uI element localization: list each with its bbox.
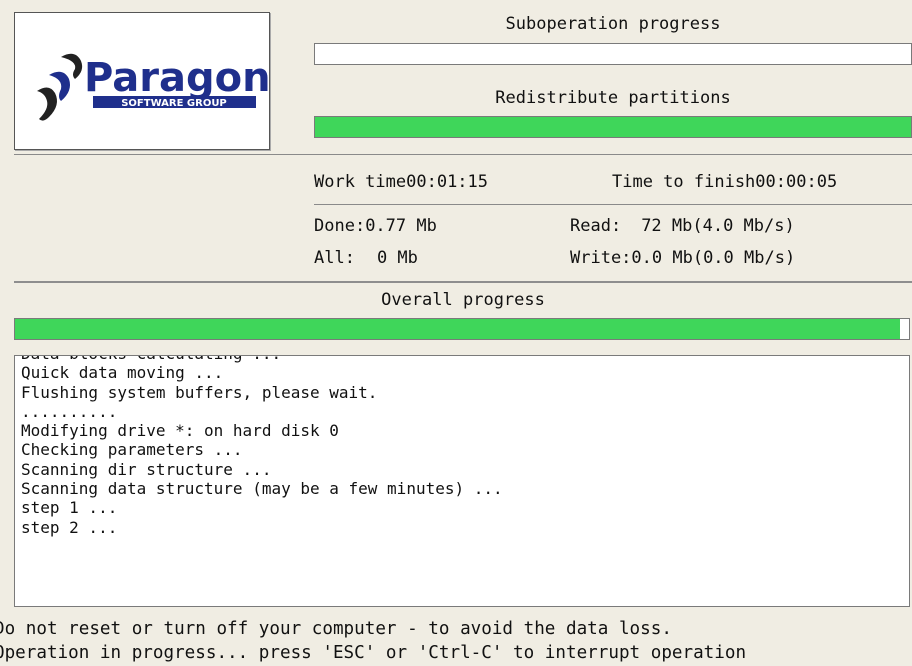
overall-progress-fill — [15, 319, 901, 339]
time-to-finish-value: 00:00:05 — [755, 172, 838, 192]
read-stat: Read: 72 Mb(4.0 Mb/s) — [570, 216, 795, 236]
work-time-value: 00:01:15 — [406, 172, 489, 192]
log-line: Scanning data structure (may be a few mi… — [21, 479, 503, 499]
separator — [314, 204, 912, 205]
paragon-logo-mark: Paragon SOFTWARE GROUP — [37, 53, 269, 121]
all-label: All: — [314, 248, 355, 268]
separator — [14, 281, 912, 283]
log-line: Data blocks calculating ... — [21, 356, 503, 363]
time-to-finish: Time to finish00:00:05 — [612, 172, 837, 192]
all-value: 0 Mb — [376, 248, 418, 268]
write-value: 0.0 Mb(0.0 Mb/s) — [631, 248, 796, 268]
done-value: 0.77 Mb — [365, 216, 437, 236]
log-line: Flushing system buffers, please wait. — [21, 382, 378, 402]
read-label: Read: — [570, 216, 622, 236]
log-line: Modifying drive *: on hard disk 0 — [21, 421, 339, 441]
write-stat: Write:0.0 Mb(0.0 Mb/s) — [570, 248, 795, 268]
paragon-logo: Paragon SOFTWARE GROUP — [14, 12, 270, 150]
suboperation-progress-bar — [314, 43, 912, 65]
all-stat: All: 0 Mb — [314, 248, 418, 268]
current-operation-label: Redistribute partitions — [495, 88, 731, 108]
log-line: Checking parameters ... — [21, 440, 243, 460]
work-time-label: Work time — [314, 172, 407, 192]
suboperation-title: Suboperation progress — [505, 14, 721, 34]
log-line: Scanning dir structure ... — [21, 459, 272, 479]
log-line: step 1 ... — [21, 498, 118, 518]
current-operation-progress-bar — [314, 116, 912, 138]
log-list: Data blocks calculating ...Quick data mo… — [21, 356, 503, 537]
done-stat: Done:0.77 Mb — [314, 216, 437, 236]
status-message: Operation in progress... press 'ESC' or … — [0, 643, 747, 663]
done-label: Done: — [314, 216, 366, 236]
overall-progress-bar — [14, 318, 910, 340]
log-line: .......... — [21, 401, 118, 421]
log-line: Quick data moving ... — [21, 363, 224, 383]
current-operation-progress-fill — [315, 117, 911, 137]
warning-message: Do not reset or turn off your computer -… — [0, 619, 672, 639]
overall-progress-title: Overall progress — [381, 290, 545, 310]
log-line: step 2 ... — [21, 517, 118, 537]
log-panel[interactable]: Data blocks calculating ...Quick data mo… — [14, 355, 910, 607]
write-label: Write: — [570, 248, 632, 268]
work-time: Work time00:01:15 — [314, 172, 488, 192]
separator — [14, 154, 912, 155]
svg-text:SOFTWARE GROUP: SOFTWARE GROUP — [121, 98, 227, 109]
time-to-finish-label: Time to finish — [612, 172, 756, 192]
svg-text:Paragon: Paragon — [84, 55, 269, 101]
read-value: 72 Mb(4.0 Mb/s) — [641, 216, 795, 236]
